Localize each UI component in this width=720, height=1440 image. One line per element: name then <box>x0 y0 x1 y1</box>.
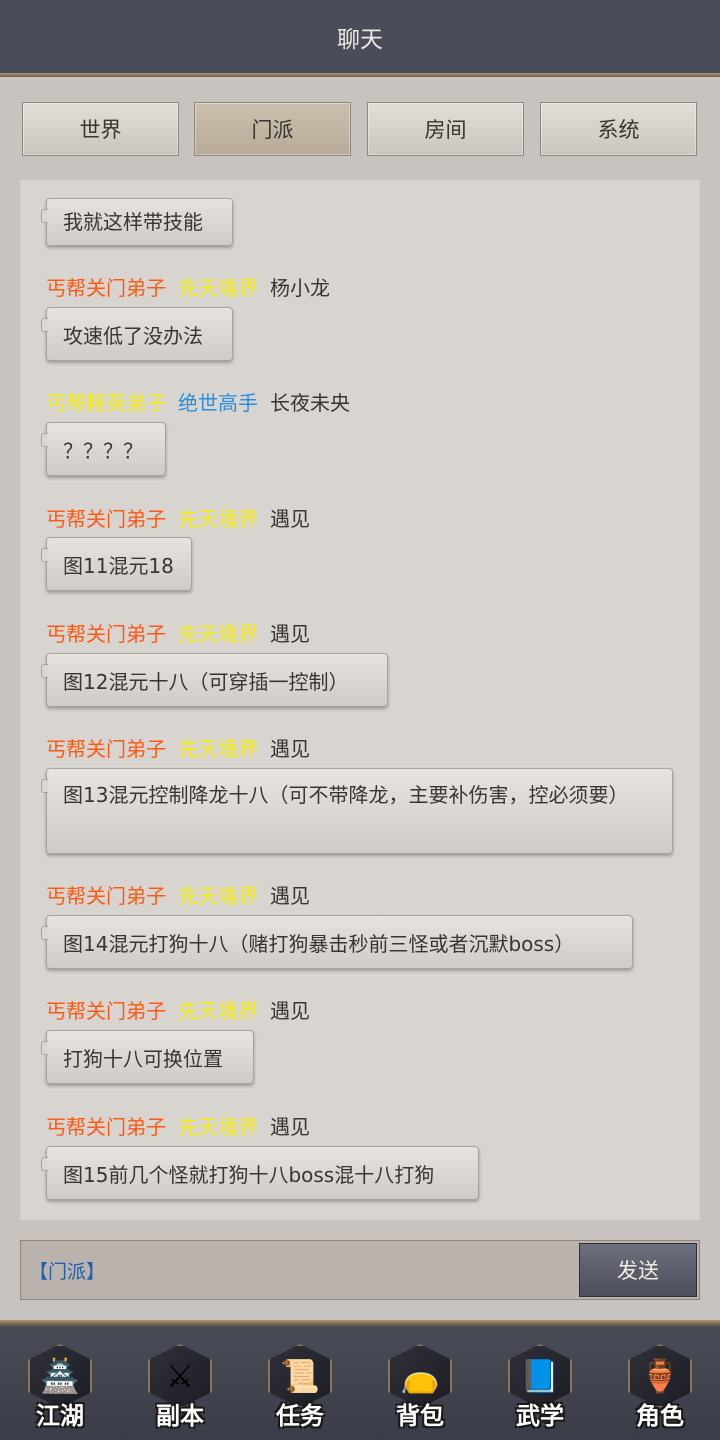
nav-label: 副本 <box>156 1401 204 1430</box>
sender-sect: 丐帮关门弟子 <box>46 276 166 300</box>
message-text: 我就这样带技能 <box>63 210 203 234</box>
sender-sect: 丐帮关门弟子 <box>46 999 166 1023</box>
message-bubble: 图15前几个怪就打狗十八boss混十八打狗 <box>41 1146 479 1200</box>
sender-name[interactable]: 遇见 <box>270 884 310 908</box>
sender-rank: 先天境界 <box>178 737 258 761</box>
sender-rank: 先天境界 <box>178 622 258 646</box>
message-sender: 丐帮精英弟子 绝世高手 长夜未央 <box>46 387 350 416</box>
message-sender: 丐帮关门弟子 先天境界 遇见 <box>46 618 310 647</box>
message-text: 攻速低了没办法 <box>63 324 203 348</box>
message-bubble: ？？？？ <box>41 422 166 476</box>
bottom-nav-divider <box>0 1320 720 1326</box>
message-text: 图13混元控制降龙十八（可不带降龙，主要补伤害，控必须要） <box>63 783 629 807</box>
sender-name[interactable]: 遇见 <box>270 1115 310 1139</box>
channel-prefix: 【门派】 <box>29 1261 106 1283</box>
sender-name[interactable]: 杨小龙 <box>270 276 330 300</box>
bottom-nav <box>0 1320 720 1440</box>
tab-room[interactable]: 房间 <box>367 102 524 156</box>
header-divider <box>0 73 720 77</box>
message-text: 打狗十八可换位置 <box>63 1047 223 1071</box>
message-sender: 丐帮关门弟子 先天境界 杨小龙 <box>46 272 330 301</box>
nav-jianghu[interactable]: 🏯 江湖 <box>22 1340 98 1430</box>
sender-name[interactable]: 遇见 <box>270 507 310 531</box>
sender-sect: 丐帮关门弟子 <box>46 1115 166 1139</box>
sender-sect: 丐帮关门弟子 <box>46 622 166 646</box>
nav-dungeon[interactable]: ⚔ 副本 <box>142 1340 218 1430</box>
nav-bag[interactable]: 👝 背包 <box>382 1340 458 1430</box>
sender-rank: 先天境界 <box>178 999 258 1023</box>
message-sender: 丐帮关门弟子 先天境界 遇见 <box>46 503 310 532</box>
send-button[interactable]: 发送 <box>579 1243 697 1297</box>
nav-label: 角色 <box>636 1401 684 1430</box>
page-title: 聊天 <box>337 27 383 53</box>
message-sender: 丐帮关门弟子 先天境界 遇见 <box>46 995 310 1024</box>
nav-label: 任务 <box>276 1401 324 1430</box>
message-text: 图12混元十八（可穿插一控制） <box>63 670 349 694</box>
nav-martial-arts[interactable]: 📘 武学 <box>502 1340 578 1430</box>
chat-message-list[interactable]: 我就这样带技能 丐帮关门弟子 先天境界 杨小龙 攻速低了没办法 丐帮精英弟子 绝世高手… <box>20 180 700 1220</box>
message-bubble: 图13混元控制降龙十八（可不带降龙，主要补伤害，控必须要） <box>41 768 673 854</box>
message-text: 图11混元18 <box>63 554 174 578</box>
message-sender: 丐帮关门弟子 先天境界 遇见 <box>46 733 310 762</box>
message-bubble: 攻速低了没办法 <box>41 307 233 361</box>
message-bubble: 我就这样带技能 <box>41 198 233 246</box>
sender-name[interactable]: 遇见 <box>270 999 310 1023</box>
message-sender: 丐帮关门弟子 先天境界 遇见 <box>46 1111 310 1140</box>
sender-rank: 先天境界 <box>178 1115 258 1139</box>
sender-rank: 先天境界 <box>178 276 258 300</box>
sender-name[interactable]: 长夜未央 <box>270 391 350 415</box>
nav-character[interactable]: 🏺 角色 <box>622 1340 698 1430</box>
message-sender: 丐帮关门弟子 先天境界 遇见 <box>46 880 310 909</box>
sender-sect: 丐帮关门弟子 <box>46 507 166 531</box>
nav-label: 背包 <box>396 1401 444 1430</box>
tab-sect[interactable]: 门派 <box>194 102 351 156</box>
message-bubble: 图14混元打狗十八（赌打狗暴击秒前三怪或者沉默boss） <box>41 915 633 969</box>
sender-rank: 绝世高手 <box>178 391 258 415</box>
chat-input-field[interactable]: 【门派】 发送 <box>20 1240 700 1300</box>
message-bubble: 图12混元十八（可穿插一控制） <box>41 653 388 707</box>
sender-sect: 丐帮关门弟子 <box>46 884 166 908</box>
sender-name[interactable]: 遇见 <box>270 737 310 761</box>
sender-rank: 先天境界 <box>178 507 258 531</box>
tab-system[interactable]: 系统 <box>540 102 697 156</box>
nav-quest[interactable]: 📜 任务 <box>262 1340 338 1430</box>
nav-label: 江湖 <box>36 1401 84 1430</box>
sender-sect: 丐帮关门弟子 <box>46 737 166 761</box>
message-text: 图14混元打狗十八（赌打狗暴击秒前三怪或者沉默boss） <box>63 932 575 956</box>
nav-label: 武学 <box>516 1401 564 1430</box>
message-bubble: 打狗十八可换位置 <box>41 1030 254 1084</box>
tab-world[interactable]: 世界 <box>22 102 179 156</box>
sender-sect: 丐帮精英弟子 <box>46 391 166 415</box>
title-bar: 聊天 <box>0 0 720 74</box>
message-text: 图15前几个怪就打狗十八boss混十八打狗 <box>63 1163 435 1187</box>
message-text: ？？？？ <box>63 439 143 463</box>
sender-rank: 先天境界 <box>178 884 258 908</box>
message-bubble: 图11混元18 <box>41 537 192 591</box>
sender-name[interactable]: 遇见 <box>270 622 310 646</box>
